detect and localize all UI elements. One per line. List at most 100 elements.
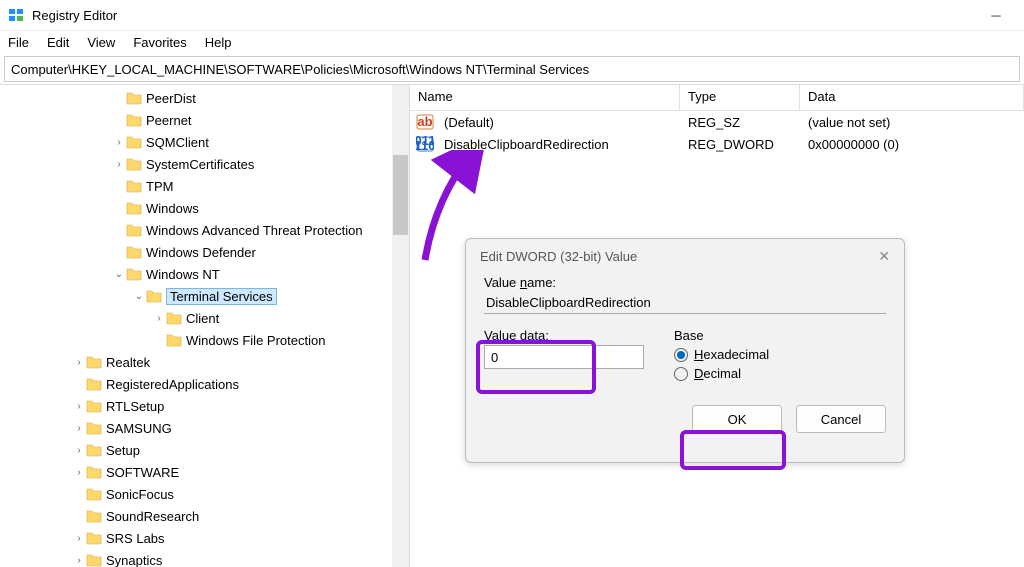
cancel-button[interactable]: Cancel <box>796 405 886 433</box>
regedit-icon <box>8 7 24 23</box>
tree-label: SOFTWARE <box>106 465 179 480</box>
tree-label: Windows Advanced Threat Protection <box>146 223 363 238</box>
col-name[interactable]: Name <box>410 85 680 110</box>
tree-label: RTLSetup <box>106 399 164 414</box>
tree-node[interactable]: TPM <box>0 175 409 197</box>
tree-node[interactable]: Windows File Protection <box>0 329 409 351</box>
expand-icon[interactable]: › <box>72 357 86 368</box>
tree-node[interactable]: › RTLSetup <box>0 395 409 417</box>
tree-node[interactable]: Peernet <box>0 109 409 131</box>
value-row[interactable]: ab(Default)REG_SZ(value not set) <box>410 111 1024 133</box>
expand-icon[interactable]: › <box>72 467 86 478</box>
menu-favorites[interactable]: Favorites <box>133 35 186 50</box>
folder-icon <box>86 487 102 501</box>
values-list: ab(Default)REG_SZ(value not set)011110Di… <box>410 111 1024 155</box>
menu-bar: File Edit View Favorites Help <box>0 30 1024 54</box>
expand-icon[interactable]: › <box>72 445 86 456</box>
expand-icon[interactable]: › <box>112 159 126 170</box>
address-bar[interactable]: Computer\HKEY_LOCAL_MACHINE\SOFTWARE\Pol… <box>4 56 1020 82</box>
tree-node[interactable]: ›SRS Labs <box>0 527 409 549</box>
scroll-thumb[interactable] <box>393 155 408 235</box>
radio-hex-dot <box>674 348 688 362</box>
menu-edit[interactable]: Edit <box>47 35 69 50</box>
tree-label: TPM <box>146 179 173 194</box>
tree-node[interactable]: › SystemCertificates <box>0 153 409 175</box>
menu-help[interactable]: Help <box>205 35 232 50</box>
tree-node[interactable]: ⌄ Terminal Services <box>0 285 409 307</box>
svg-text:ab: ab <box>417 114 432 129</box>
radio-dec-label: Decimal <box>694 366 741 381</box>
tree-node[interactable]: Windows <box>0 197 409 219</box>
radio-dec[interactable]: Decimal <box>674 366 769 381</box>
minimize-button[interactable]: ─ <box>976 0 1016 30</box>
folder-icon <box>166 311 182 325</box>
tree-node[interactable]: › Realtek <box>0 351 409 373</box>
tree-node[interactable]: ›SQMClient <box>0 131 409 153</box>
folder-icon <box>126 91 142 105</box>
tree-node[interactable]: Windows Defender <box>0 241 409 263</box>
tree-label: Windows NT <box>146 267 220 282</box>
radio-dec-dot <box>674 367 688 381</box>
tree-label: Realtek <box>106 355 150 370</box>
folder-icon <box>126 201 142 215</box>
value-icon: ab <box>416 113 434 131</box>
expand-icon[interactable]: › <box>72 533 86 544</box>
value-data-label: Value data: <box>484 328 644 343</box>
tree-node[interactable]: ⌄ Windows NT <box>0 263 409 285</box>
folder-icon <box>86 553 102 567</box>
value-type: REG_DWORD <box>680 137 800 152</box>
tree-label: Setup <box>106 443 140 458</box>
tree-node[interactable]: › SOFTWARE <box>0 461 409 483</box>
folder-icon <box>86 443 102 457</box>
radio-hex[interactable]: Hexadecimal <box>674 347 769 362</box>
tree-node[interactable]: › SAMSUNG <box>0 417 409 439</box>
ok-button[interactable]: OK <box>692 405 782 433</box>
dialog-close-button[interactable]: ✕ <box>878 248 890 265</box>
tree-node[interactable]: SonicFocus <box>0 483 409 505</box>
tree-node[interactable]: › Client <box>0 307 409 329</box>
tree-node[interactable]: ›Synaptics <box>0 549 409 567</box>
folder-icon <box>126 179 142 193</box>
tree-label: Client <box>186 311 219 326</box>
col-type[interactable]: Type <box>680 85 800 110</box>
expand-icon[interactable]: › <box>152 313 166 324</box>
value-row[interactable]: 011110DisableClipboardRedirectionREG_DWO… <box>410 133 1024 155</box>
expand-icon[interactable]: ⌄ <box>112 269 126 280</box>
folder-icon <box>126 135 142 149</box>
tree-label: Windows <box>146 201 199 216</box>
edit-dword-dialog: Edit DWORD (32-bit) Value ✕ Value name: … <box>465 238 905 463</box>
folder-icon <box>86 377 102 391</box>
folder-icon <box>86 355 102 369</box>
folder-icon <box>146 289 162 303</box>
folder-icon <box>86 509 102 523</box>
folder-icon <box>126 113 142 127</box>
tree-scrollbar[interactable] <box>392 85 409 567</box>
tree-node[interactable]: SoundResearch <box>0 505 409 527</box>
tree-label: SystemCertificates <box>146 157 254 172</box>
registry-tree[interactable]: PeerDistPeernet›SQMClient›SystemCertific… <box>0 85 409 567</box>
expand-icon[interactable]: ⌄ <box>132 291 146 302</box>
column-headers: Name Type Data <box>410 85 1024 111</box>
expand-icon[interactable]: › <box>72 423 86 434</box>
value-name-field[interactable] <box>484 292 886 314</box>
menu-file[interactable]: File <box>8 35 29 50</box>
folder-icon <box>86 399 102 413</box>
tree-node[interactable]: Windows Advanced Threat Protection <box>0 219 409 241</box>
folder-icon <box>166 333 182 347</box>
expand-icon[interactable]: › <box>72 555 86 566</box>
expand-icon[interactable]: › <box>112 137 126 148</box>
base-label: Base <box>674 328 769 343</box>
tree-label: SAMSUNG <box>106 421 172 436</box>
tree-node[interactable]: RegisteredApplications <box>0 373 409 395</box>
tree-label: SonicFocus <box>106 487 174 502</box>
tree-node[interactable]: PeerDist <box>0 87 409 109</box>
value-type: REG_SZ <box>680 115 800 130</box>
value-data-field[interactable] <box>484 345 644 369</box>
tree-label: Terminal Services <box>166 288 277 305</box>
tree-label: Peernet <box>146 113 192 128</box>
col-data[interactable]: Data <box>800 85 1024 110</box>
tree-node[interactable]: › Setup <box>0 439 409 461</box>
expand-icon[interactable]: › <box>72 401 86 412</box>
menu-view[interactable]: View <box>87 35 115 50</box>
value-name: DisableClipboardRedirection <box>436 137 680 152</box>
